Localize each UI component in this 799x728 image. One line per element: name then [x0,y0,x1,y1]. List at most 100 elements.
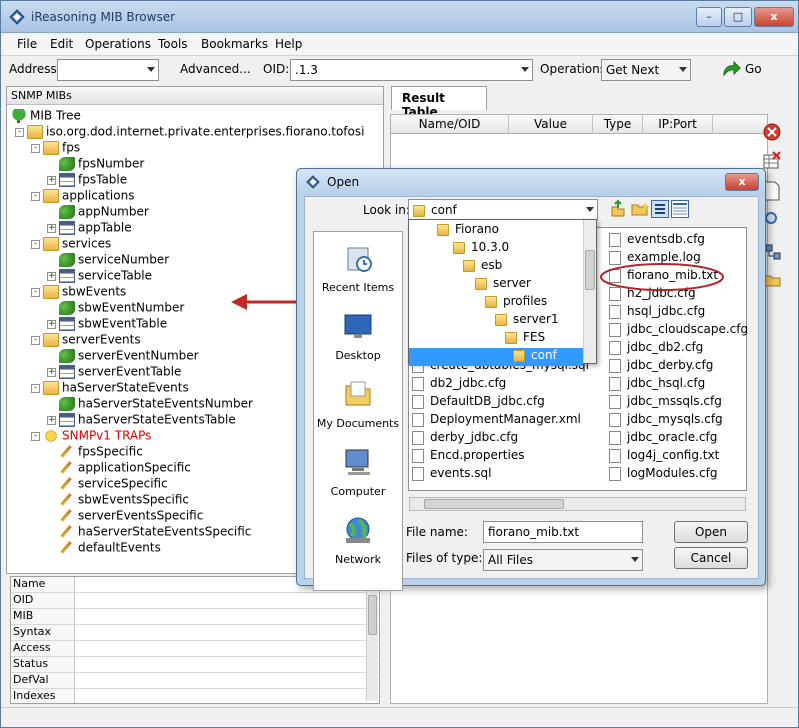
file-item[interactable]: jdbc_db2.cfg [609,340,703,357]
collapse-toggle[interactable]: - [31,240,40,249]
file-item[interactable]: events.sql [412,466,491,483]
expand-toggle[interactable]: + [47,416,56,425]
collapse-toggle[interactable]: - [31,192,40,201]
tree-node[interactable]: iso.org.dod.internet.private.enterprises… [27,124,364,140]
tab-result-table[interactable]: Result Table [391,86,487,119]
tree-node[interactable]: fps [43,140,80,156]
place-recent-items[interactable]: Recent Items [314,242,402,294]
maximize-button[interactable]: □ [724,7,752,27]
tree-node[interactable]: sbwEventNumber [59,300,184,316]
document-icon[interactable] [764,181,780,201]
tree-node[interactable]: sbwEvents [43,284,126,300]
tree-node[interactable]: sbwEventTable [59,316,167,332]
file-item[interactable]: jdbc_derby.cfg [609,358,713,375]
tree-node[interactable]: haServerStateEventsSpecific [59,524,251,540]
address-combo[interactable] [57,59,159,81]
file-item[interactable]: jdbc_mysqls.cfg [609,412,723,429]
look-in-option[interactable]: FES [505,330,545,348]
menu-operations[interactable]: Operations [85,37,151,51]
oid-combo[interactable]: .1.3 [290,59,533,81]
look-in-option[interactable]: Fiorano [437,222,499,240]
look-in-option[interactable]: server [475,276,531,294]
tree-node[interactable]: serverEventNumber [59,348,199,364]
tree-node[interactable]: serverEventsSpecific [59,508,203,524]
file-item[interactable]: db2_jdbc.cfg [412,376,506,393]
column-type[interactable]: Type [593,115,643,133]
look-in-option[interactable]: esb [463,258,502,276]
details-view-icon[interactable] [671,200,689,218]
look-in-option[interactable]: conf [409,348,583,366]
expand-toggle[interactable]: + [47,272,56,281]
files-of-type-select[interactable]: All Files [483,549,643,571]
expand-toggle[interactable]: + [47,176,56,185]
file-item[interactable]: DeploymentManager.xml [412,412,581,429]
file-list-hscrollbar[interactable] [409,497,746,511]
tree-node[interactable]: appTable [59,220,132,236]
menu-edit[interactable]: Edit [50,37,73,51]
go-button[interactable]: Go [745,62,762,76]
open-button[interactable]: Open [674,521,748,543]
minimize-button[interactable]: – [696,7,722,27]
look-in-option[interactable]: server1 [495,312,559,330]
advanced-button[interactable]: Advanced... [180,62,251,76]
file-item[interactable]: jdbc_mssqls.cfg [609,394,722,411]
expand-toggle[interactable]: + [47,320,56,329]
operation-select[interactable]: Get Next [601,59,691,81]
place-desktop[interactable]: Desktop [314,310,402,362]
go-arrow-icon[interactable] [721,61,741,79]
delete-icon[interactable] [762,122,782,142]
look-in-combo[interactable]: conf [408,199,598,220]
column-value[interactable]: Value [509,115,593,133]
network-icon[interactable] [764,243,782,261]
tree-node[interactable]: haServerStateEventsTable [59,412,236,428]
place-my-documents[interactable]: My Documents [314,378,402,430]
expand-toggle[interactable]: + [47,224,56,233]
dialog-close-button[interactable]: x [725,173,759,191]
tree-node[interactable]: serviceNumber [59,252,169,268]
collapse-toggle[interactable]: - [31,432,40,441]
expand-toggle[interactable]: + [47,368,56,377]
table-delete-icon[interactable] [762,151,782,171]
file-item[interactable]: jdbc_cloudscape.cfg [609,322,748,339]
look-in-option[interactable]: 10.3.0 [453,240,509,258]
file-item[interactable]: log4j_config.txt [609,448,719,465]
place-computer[interactable]: Computer [314,446,402,498]
menu-help[interactable]: Help [275,37,302,51]
menu-bookmarks[interactable]: Bookmarks [201,37,268,51]
search-icon[interactable] [764,211,780,227]
tree-node[interactable]: applications [43,188,134,204]
new-folder-icon[interactable] [631,201,649,217]
tree-node[interactable]: fpsNumber [59,156,144,172]
tree-node[interactable]: haServerStateEventsNumber [59,396,253,412]
look-in-option[interactable]: profiles [485,294,547,312]
file-item[interactable]: jdbc_oracle.cfg [609,430,717,447]
collapse-toggle[interactable]: - [31,288,40,297]
tree-node[interactable]: haServerStateEvents [43,380,189,396]
cancel-button[interactable]: Cancel [674,547,748,569]
collapse-toggle[interactable]: - [31,144,40,153]
file-name-input[interactable]: fiorano_mib.txt [483,521,643,543]
tree-node[interactable]: services [43,236,111,252]
file-item[interactable]: hsql_jdbc.cfg [609,304,705,321]
file-item[interactable]: DefaultDB_jdbc.cfg [412,394,545,411]
file-item[interactable]: logModules.cfg [609,466,717,483]
tree-node[interactable]: serviceTable [59,268,152,284]
tree-node[interactable]: fpsTable [59,172,127,188]
tree-node[interactable]: defaultEvents [59,540,161,556]
file-item[interactable]: derby_jdbc.cfg [412,430,518,447]
tree-node[interactable]: applicationSpecific [59,460,191,476]
tree-node[interactable]: SNMPv1 TRAPs [43,428,151,444]
collapse-toggle[interactable]: - [31,384,40,393]
menu-tools[interactable]: Tools [158,37,188,51]
menu-file[interactable]: File [17,37,37,51]
properties-scrollbar[interactable] [366,591,378,701]
tree-node[interactable]: fpsSpecific [59,444,143,460]
file-item[interactable]: eventsdb.cfg [609,232,705,249]
folder-open-icon[interactable] [764,271,782,289]
list-view-icon[interactable] [651,200,669,218]
place-network[interactable]: Network [314,514,402,566]
up-folder-icon[interactable] [610,200,626,218]
file-item[interactable]: Encd.properties [412,448,524,465]
tree-node[interactable]: serverEventTable [59,364,181,380]
tree-node[interactable]: MIB Tree [11,108,81,124]
